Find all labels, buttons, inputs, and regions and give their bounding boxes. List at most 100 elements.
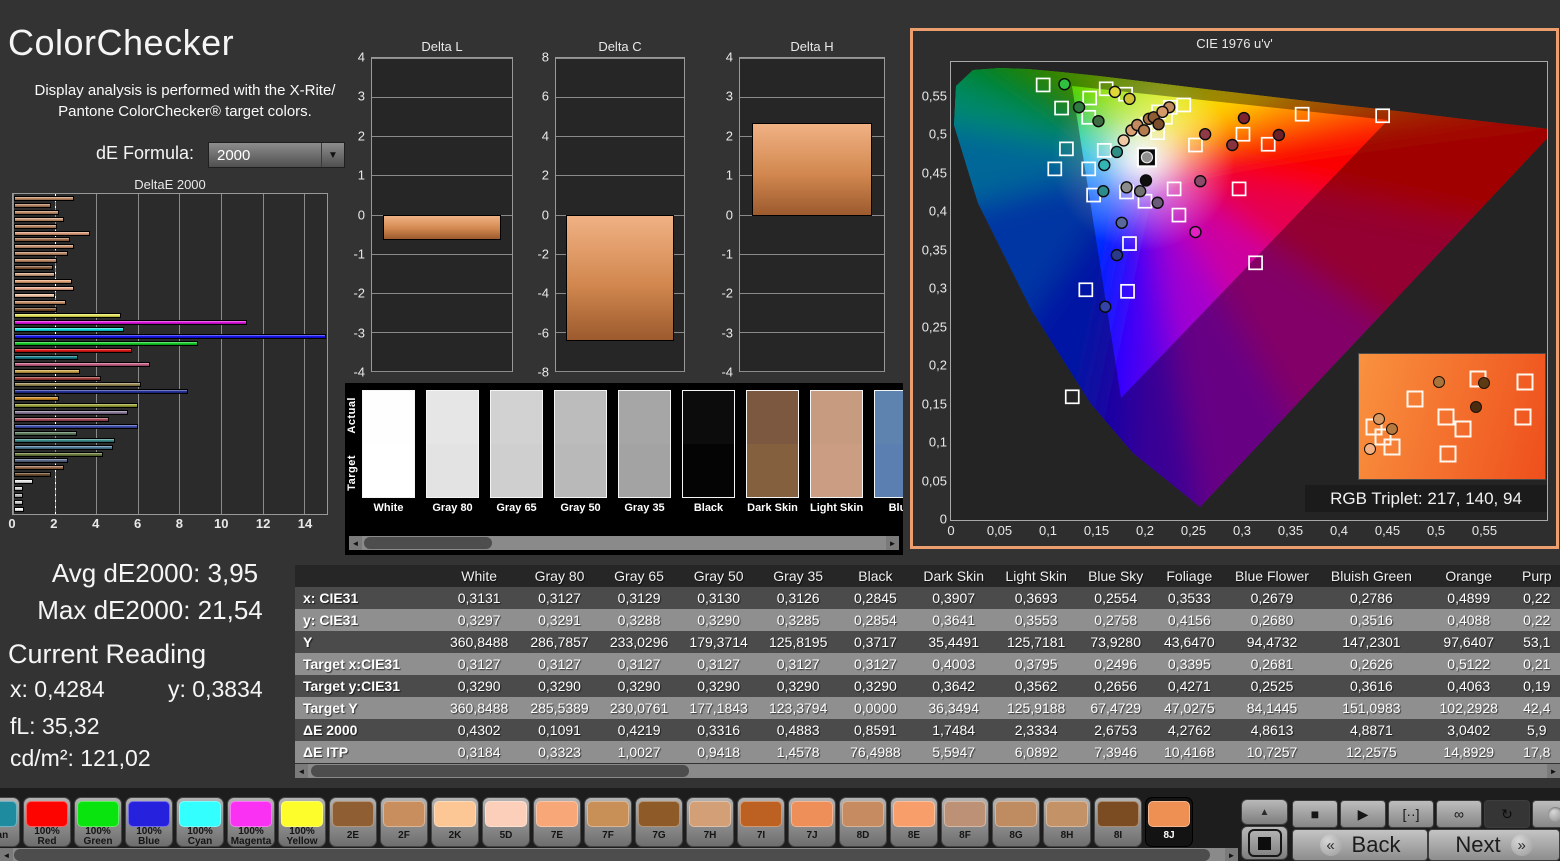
up-arrow-icon: ▲ — [1259, 806, 1270, 818]
patch-label: 100% Magenta — [230, 826, 272, 847]
scroll-right-icon[interactable]: ► — [1225, 848, 1238, 861]
patch-button-5d[interactable]: 5D — [482, 797, 530, 847]
patch-button-8e[interactable]: 8E — [890, 797, 938, 847]
table-cell: 43,6470 — [1153, 631, 1226, 653]
refresh-button[interactable]: ↻ — [1484, 800, 1530, 828]
table-cell: 0,3616 — [1318, 675, 1424, 697]
gridline — [740, 371, 884, 372]
scroll-left-icon[interactable]: ◄ — [295, 764, 308, 778]
table-scrollbar[interactable]: ◄ ► — [295, 764, 1560, 778]
record-button[interactable] — [1532, 800, 1560, 828]
chevrons-left-icon: « — [1319, 834, 1342, 856]
de-formula-dropdown[interactable]: 2000 ▼ — [208, 142, 345, 168]
patch-label: 8E — [907, 829, 921, 841]
table-column-header: Light Skin — [994, 565, 1078, 587]
table-column-header: Dark Skin — [912, 565, 995, 587]
patch-button-7f[interactable]: 7F — [584, 797, 632, 847]
table-cell: 0,21 — [1513, 653, 1560, 675]
patch-button-8g[interactable]: 8G — [992, 797, 1040, 847]
stop-measure-button[interactable] — [1241, 826, 1288, 860]
patch-color-chip — [536, 801, 578, 827]
chevron-down-icon[interactable]: ▼ — [321, 143, 344, 167]
patch-label: 8G — [1009, 829, 1023, 841]
patch-scrollbar[interactable]: ◄ ► — [0, 848, 1238, 861]
patch-button-7j[interactable]: 7J — [788, 797, 836, 847]
deltae-bar — [14, 506, 25, 512]
swatch-scrollbar-thumb[interactable] — [364, 537, 492, 549]
table-cell: 73,9280 — [1077, 631, 1154, 653]
patch-button-100-yellow[interactable]: 100% Yellow — [278, 797, 326, 847]
patch-scrollbar-thumb[interactable] — [14, 849, 1210, 861]
patch-button-100-blue[interactable]: 100% Blue — [125, 797, 173, 847]
scroll-left-icon[interactable]: ◄ — [0, 848, 13, 861]
deltae-bar — [14, 244, 74, 250]
back-button[interactable]: « Back — [1292, 829, 1428, 861]
patch-button-8f[interactable]: 8F — [941, 797, 989, 847]
y-tick-label: 0,05 — [921, 473, 947, 488]
patch-color-chip — [944, 801, 986, 827]
patch-button-100-cyan[interactable]: 100% Cyan — [176, 797, 224, 847]
patch-button-8i[interactable]: 8I — [1094, 797, 1142, 847]
patch-button-7i[interactable]: 7I — [737, 797, 785, 847]
patch-button-cyan[interactable]: Cyan — [0, 797, 20, 847]
bracket-button[interactable]: [··] — [1388, 800, 1434, 828]
play-button[interactable]: ▶ — [1340, 800, 1386, 828]
patch-button-7g[interactable]: 7G — [635, 797, 683, 847]
table-cell: 0,3907 — [912, 587, 995, 609]
table-cell: 0,3127 — [678, 653, 759, 675]
table-cell: 0,2554 — [1077, 587, 1154, 609]
row-label: x: CIE31 — [295, 587, 439, 609]
deltae-bar — [14, 285, 74, 291]
table-cell: 147,2301 — [1318, 631, 1424, 653]
patch-button-8d[interactable]: 8D — [839, 797, 887, 847]
patch-button-2e[interactable]: 2E — [329, 797, 377, 847]
table-cell: 0,4271 — [1153, 675, 1226, 697]
table-column-header: Purp — [1513, 565, 1560, 587]
table-cell: 179,3714 — [678, 631, 759, 653]
measurement-marker — [1108, 85, 1122, 99]
mini-chart-title: Delta C — [598, 39, 642, 54]
deltae-bar — [14, 251, 68, 257]
color-swatch: White — [362, 390, 415, 514]
patch-button-2f[interactable]: 2F — [380, 797, 428, 847]
table-cell: 3,0402 — [1423, 719, 1514, 741]
measurement-marker — [1115, 216, 1128, 229]
patch-button-7e[interactable]: 7E — [533, 797, 581, 847]
patch-up-button[interactable]: ▲ — [1241, 799, 1288, 825]
measurement-marker — [1226, 138, 1239, 152]
table-row: x: CIE31 0,3131 0,3127 0,3129 0,3130 0,3126 0,… — [295, 587, 1560, 609]
readings-table: White Gray 80 Gray 65 Gray 50 Gray 35 Black Da… — [295, 565, 1560, 763]
patch-button-7h[interactable]: 7H — [686, 797, 734, 847]
patch-button-8j[interactable]: 8J — [1145, 797, 1193, 847]
y-tick-label: -4 — [721, 364, 733, 380]
patch-button-100-magenta[interactable]: 100% Magenta — [227, 797, 275, 847]
description-line2: Pantone ColorChecker® target colors. — [58, 103, 312, 120]
table-cell: 84,1445 — [1225, 697, 1319, 719]
table-cell: 0,5122 — [1423, 653, 1514, 675]
de-formula-value: 2000 — [217, 146, 251, 164]
next-button-label: Next — [1455, 832, 1501, 857]
inset-target-marker — [1514, 408, 1532, 425]
swatch-scrollbar[interactable]: ◄ ► — [349, 536, 899, 550]
table-row: Y 360,8488 286,7857 233,0296 179,3714 125,819… — [295, 631, 1560, 653]
next-button[interactable]: Next » — [1428, 829, 1560, 861]
y-tick-label: 0 — [357, 207, 365, 222]
y-tick-label: 0,25 — [921, 319, 947, 334]
patch-button-100-green[interactable]: 100% Green — [74, 797, 122, 847]
stop-button[interactable]: ■ — [1292, 800, 1338, 828]
swatch-row: White Gray 80 Gray 65 Gray 50 Gray 35 Black Da… — [362, 390, 903, 514]
patch-label: 7J — [806, 829, 818, 841]
patch-button-8h[interactable]: 8H — [1043, 797, 1091, 847]
max-de2000: Max dE2000: 21,54 — [37, 595, 263, 625]
patch-button-2k[interactable]: 2K — [431, 797, 479, 847]
colorchecker-app: ColorChecker Display analysis is perform… — [0, 0, 1560, 861]
scroll-left-icon[interactable]: ◄ — [349, 536, 362, 550]
x-tick-label: 0,35 — [1277, 523, 1304, 538]
loop-button[interactable]: ∞ — [1436, 800, 1482, 828]
patch-button-100-red[interactable]: 100% Red — [23, 797, 71, 847]
scroll-right-icon[interactable]: ► — [886, 536, 899, 550]
scroll-right-icon[interactable]: ► — [1547, 764, 1560, 778]
table-cell: 67,4729 — [1077, 697, 1154, 719]
table-scrollbar-thumb[interactable] — [311, 765, 689, 777]
measurement-marker — [1099, 300, 1112, 313]
